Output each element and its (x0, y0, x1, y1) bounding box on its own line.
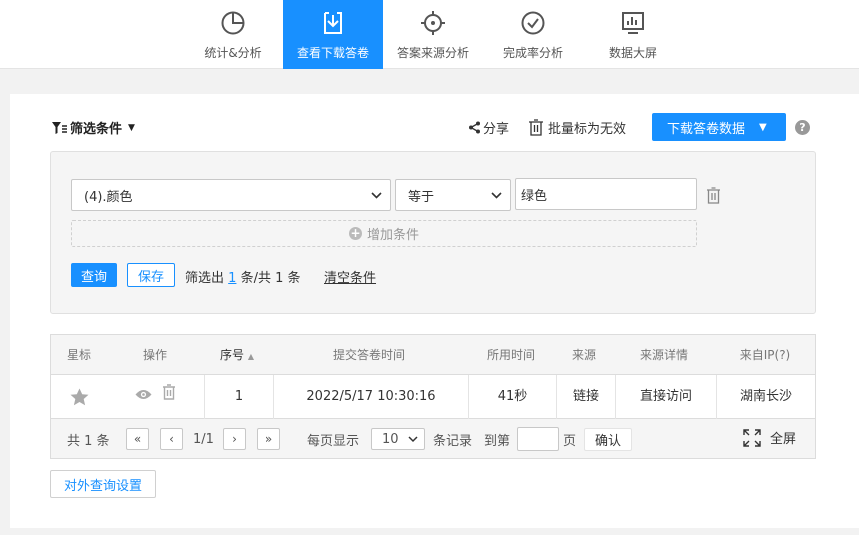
filter-result-suffix: 条/共 1 条 (240, 271, 301, 286)
column-header-seq[interactable]: 序号 ▲ (203, 335, 271, 375)
column-header-seq-label: 序号 (220, 348, 245, 362)
plus-circle-icon: + (348, 226, 362, 240)
nav-label: 完成率分析 (502, 46, 563, 60)
trash-icon (529, 119, 543, 136)
nav-label: 查看下载答卷 (296, 46, 369, 60)
monitor-chart-icon (619, 9, 647, 37)
pie-chart-icon (219, 9, 247, 37)
add-condition-label: 增加条件 (366, 228, 419, 243)
operator-select[interactable]: 等于 (395, 179, 511, 211)
column-header-ip[interactable]: 来自IP(?) (715, 335, 815, 375)
chevron-down-icon (408, 432, 418, 447)
nav-label: 数据大屏 (608, 46, 657, 60)
star-icon[interactable] (70, 388, 89, 406)
download-data-button[interactable]: 下载答卷数据 ▼ (652, 113, 786, 141)
share-label: 分享 (483, 122, 510, 137)
filter-conditions-label: 筛选条件 (70, 122, 123, 137)
nav-item-source-analysis[interactable]: 答案来源分析 (383, 0, 483, 69)
nav-item-statistics[interactable]: 统计&分析 (183, 0, 283, 69)
page-indicator: 1/1 (193, 431, 214, 447)
first-page-button[interactable]: « (126, 428, 149, 450)
per-page-select[interactable]: 10 (371, 428, 425, 450)
save-button[interactable]: 保存 (127, 263, 175, 287)
download-icon (319, 9, 347, 37)
column-header-submit-time: 提交答卷时间 (332, 348, 405, 362)
filter-conditions-toggle[interactable]: 筛选条件 ▼ (52, 118, 135, 137)
goto-page-input[interactable] (517, 427, 559, 451)
fullscreen-button[interactable]: 全屏 (743, 428, 796, 447)
goto-label: 到第 (484, 433, 511, 449)
column-header-actions: 操作 (142, 348, 167, 362)
filter-icon (52, 121, 67, 134)
query-button[interactable]: 查询 (71, 263, 117, 287)
nav-item-view-download[interactable]: 查看下载答卷 (283, 0, 383, 69)
filter-value-input[interactable] (515, 178, 697, 210)
nav-item-data-screen[interactable]: 数据大屏 (583, 0, 683, 69)
clear-conditions-link[interactable]: 清空条件 (324, 267, 376, 286)
nav-label: 答案来源分析 (396, 46, 469, 60)
seq-cell: 1 (205, 375, 274, 419)
eye-icon[interactable] (135, 375, 152, 419)
crosshair-icon (419, 9, 447, 37)
nav-label: 统计&分析 (204, 46, 262, 60)
column-header-duration: 所用时间 (486, 348, 535, 362)
delete-condition-button[interactable] (706, 187, 721, 208)
total-count: 共 1 条 (67, 433, 110, 449)
source-detail-cell: 直接访问 (616, 375, 717, 419)
duration-cell: 41秒 (469, 375, 557, 419)
table-header: 星标 操作 序号 ▲ 提交答卷时间 所用时间 来源 来源详情 来自IP(?) (51, 335, 815, 375)
check-circle-icon (519, 9, 547, 37)
field-select[interactable]: (4).颜色 (71, 179, 391, 211)
table-row: 1 2022/5/17 10:30:16 41秒 链接 直接访问 湖南长沙 (51, 375, 815, 419)
filter-result-prefix: 筛选出 (185, 271, 225, 286)
caret-down-icon: ▼ (759, 121, 767, 133)
filter-result-count[interactable]: 1 (228, 271, 236, 286)
filter-result-text: 筛选出 1 条/共 1 条 (185, 267, 301, 286)
trash-icon (707, 187, 720, 204)
add-condition-button[interactable]: + 增加条件 (71, 220, 697, 247)
double-chevron-right-icon: » (264, 432, 273, 446)
column-header-star: 星标 (66, 348, 91, 362)
column-header-source-detail: 来源详情 (639, 348, 688, 362)
chevron-down-icon (491, 189, 502, 202)
column-header-source: 来源 (571, 348, 596, 362)
confirm-button[interactable]: 确认 (584, 428, 632, 451)
batch-invalid-button[interactable]: 批量标为无效 (528, 118, 626, 137)
chevron-right-icon: › (232, 432, 237, 446)
ip-cell: 湖南长沙 (739, 389, 792, 404)
results-table: 星标 操作 序号 ▲ 提交答卷时间 所用时间 来源 来源详情 来自IP(?) 1… (50, 334, 816, 459)
caret-down-icon: ▼ (128, 122, 135, 133)
nav-item-completion-analysis[interactable]: 完成率分析 (483, 0, 583, 69)
records-label: 条记录 (433, 433, 473, 449)
field-select-value: (4).颜色 (84, 189, 133, 205)
fullscreen-label: 全屏 (770, 432, 797, 447)
operator-select-value: 等于 (408, 189, 435, 205)
actions-cell (107, 375, 205, 419)
trash-icon[interactable] (162, 375, 176, 419)
star-cell (51, 375, 107, 419)
external-query-settings-button[interactable]: 对外查询设置 (50, 470, 156, 498)
per-page-value: 10 (382, 431, 399, 447)
share-button[interactable]: 分享 (468, 118, 509, 137)
pagination: 共 1 条 « ‹ 1/1 › » 每页显示 10 条记录 到第 页 确认 全屏 (51, 419, 815, 458)
source-cell: 链接 (557, 375, 616, 419)
batch-invalid-label: 批量标为无效 (548, 122, 627, 137)
sort-up-icon: ▲ (247, 352, 254, 361)
help-icon[interactable]: ? (795, 120, 810, 135)
share-icon (469, 121, 480, 134)
prev-page-button[interactable]: ‹ (160, 428, 183, 450)
submit-time-cell: 2022/5/17 10:30:16 (274, 375, 469, 419)
next-page-button[interactable]: › (223, 428, 246, 450)
chevron-down-icon (371, 189, 382, 202)
download-data-label: 下载答卷数据 (667, 121, 746, 137)
top-nav: 统计&分析 查看下载答卷 答案来源分析 完成率分析 数据大屏 (0, 0, 859, 69)
last-page-button[interactable]: » (257, 428, 280, 450)
fullscreen-icon (743, 428, 761, 447)
per-page-label: 每页显示 (307, 433, 360, 449)
page-unit-label: 页 (563, 433, 577, 449)
chevron-left-icon: ‹ (169, 432, 174, 446)
double-chevron-left-icon: « (133, 432, 142, 446)
